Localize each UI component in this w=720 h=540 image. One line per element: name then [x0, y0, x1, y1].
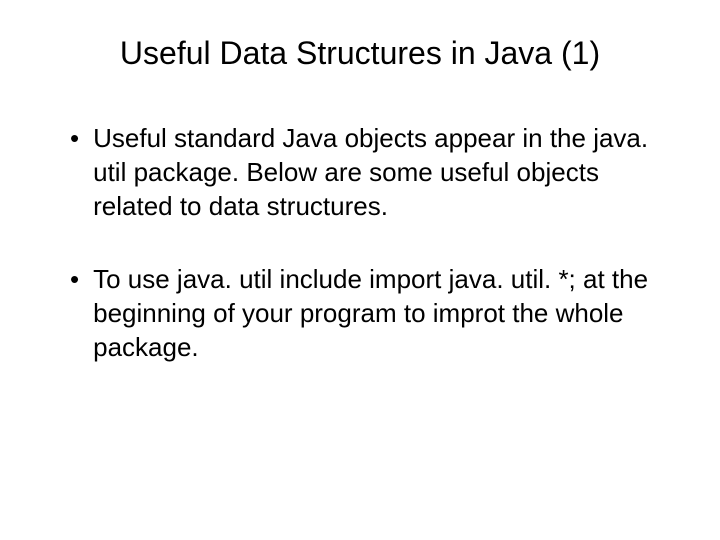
bullet-item: • To use java. util include import java.… [70, 263, 670, 364]
bullet-item: • Useful standard Java objects appear in… [70, 122, 670, 223]
bullet-marker-icon: • [70, 122, 79, 156]
bullet-marker-icon: • [70, 263, 79, 297]
slide-title: Useful Data Structures in Java (1) [50, 35, 670, 72]
slide-content: • Useful standard Java objects appear in… [50, 122, 670, 365]
bullet-text: To use java. util include import java. u… [93, 263, 670, 364]
bullet-text: Useful standard Java objects appear in t… [93, 122, 670, 223]
